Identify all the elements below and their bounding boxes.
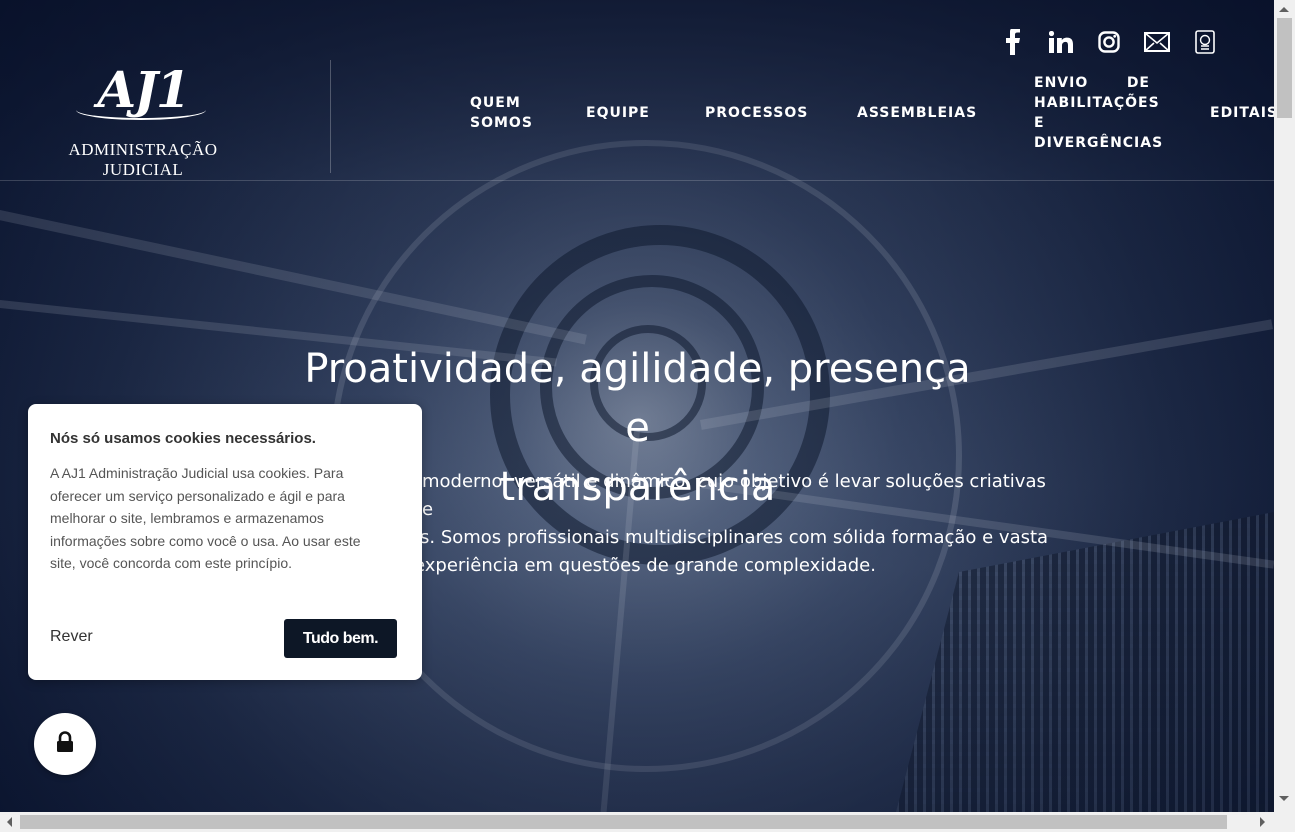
main-nav: QUEM SOMOS EQUIPE PROCESSOS ASSEMBLEIAS … — [0, 0, 1277, 180]
scrollbar-corner — [1274, 812, 1295, 832]
scroll-left-icon[interactable] — [7, 817, 12, 827]
hero-text-line3: experiência em questões de grande comple… — [414, 555, 876, 576]
vertical-scroll-thumb[interactable] — [1277, 18, 1292, 118]
hero-text-line2: s. Somos profissionais multidisciplinare… — [420, 527, 1049, 548]
cookie-title: Nós só usamos cookies necessários. — [50, 430, 316, 447]
scroll-up-icon[interactable] — [1279, 7, 1289, 12]
horizontal-scroll-thumb[interactable] — [20, 815, 1227, 829]
nav-envio-de-word: DE — [1126, 75, 1150, 91]
cookie-accept-button[interactable]: Tudo bem. — [284, 619, 397, 658]
hero-description: moderno, versátil e dinâmico, cujo objet… — [380, 468, 1060, 580]
nav-envio-line2: HABILITAÇÕES — [1034, 95, 1160, 111]
nav-processos[interactable]: PROCESSOS — [705, 103, 808, 123]
nav-editais[interactable]: EDITAIS — [1210, 103, 1278, 123]
hero-text-line1: moderno, versátil e dinâmico, cujo objet… — [422, 471, 1046, 520]
nav-quem-somos[interactable]: QUEM SOMOS — [470, 93, 533, 133]
lock-icon — [55, 731, 75, 757]
nav-envio-habilitacoes[interactable]: ENVIO DE HABILITAÇÕES E DIVERGÊNCIAS — [1034, 73, 1164, 153]
vertical-scrollbar[interactable] — [1274, 0, 1295, 812]
nav-equipe[interactable]: EQUIPE — [586, 103, 650, 123]
nav-envio-word: ENVIO — [1034, 75, 1089, 91]
cookie-review-button[interactable]: Rever — [50, 628, 93, 646]
cookie-banner: Nós só usamos cookies necessários. A AJ1… — [28, 404, 422, 680]
nav-assembleias[interactable]: ASSEMBLEIAS — [857, 103, 977, 123]
cookie-settings-button[interactable] — [34, 713, 96, 775]
cookie-body: A AJ1 Administração Judicial usa cookies… — [50, 465, 361, 572]
nav-envio-line1: ENVIO DE — [1034, 73, 1150, 93]
scroll-right-icon[interactable] — [1260, 817, 1265, 827]
nav-envio-line3: E — [1034, 115, 1045, 131]
nav-envio-line4: DIVERGÊNCIAS — [1034, 135, 1164, 151]
nav-quem-somos-line2: SOMOS — [470, 115, 533, 131]
horizontal-scrollbar[interactable] — [0, 812, 1274, 832]
nav-quem-somos-line1: QUEM — [470, 95, 521, 111]
site-header: AJ1 ADMINISTRAÇÃO JUDICIAL QUEM SOMOS EQ… — [0, 0, 1277, 181]
scroll-down-icon[interactable] — [1279, 796, 1289, 801]
